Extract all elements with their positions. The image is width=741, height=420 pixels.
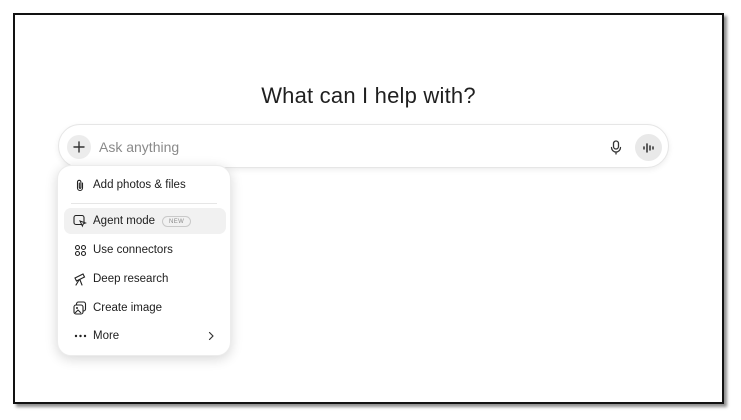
telescope-icon xyxy=(73,272,87,286)
menu-item-add-photos-files[interactable]: Add photos & files xyxy=(64,172,226,198)
connectors-icon xyxy=(73,243,87,257)
agent-cursor-icon xyxy=(73,214,87,228)
more-dots-icon xyxy=(73,329,87,343)
add-button[interactable] xyxy=(67,135,91,159)
dictate-button[interactable] xyxy=(607,138,625,156)
menu-item-use-connectors[interactable]: Use connectors xyxy=(64,237,226,263)
chevron-right-icon xyxy=(205,330,217,342)
menu-item-more[interactable]: More xyxy=(64,323,226,349)
menu-item-label: Create image xyxy=(93,302,163,314)
page-title: What can I help with? xyxy=(261,83,476,108)
voice-mode-button[interactable] xyxy=(635,134,662,161)
voice-waveform-icon xyxy=(642,142,656,154)
attachment-menu: Add photos & files Agent mode NEW Use co… xyxy=(57,165,231,356)
menu-item-label: Agent mode xyxy=(93,215,156,227)
menu-divider xyxy=(71,203,217,204)
menu-item-label: Add photos & files xyxy=(93,179,186,191)
new-badge: NEW xyxy=(162,215,192,227)
prompt-composer xyxy=(58,124,669,168)
plus-icon xyxy=(73,141,85,153)
menu-item-agent-mode[interactable]: Agent mode NEW xyxy=(64,208,226,234)
image-icon xyxy=(73,301,87,315)
menu-item-label: Deep research xyxy=(93,273,169,285)
microphone-icon xyxy=(610,139,622,155)
menu-item-deep-research[interactable]: Deep research xyxy=(64,266,226,292)
menu-item-create-image[interactable]: Create image xyxy=(64,295,226,321)
menu-item-label: Use connectors xyxy=(93,244,173,256)
menu-item-label: More xyxy=(93,330,120,342)
prompt-input[interactable] xyxy=(99,137,519,157)
paperclip-icon xyxy=(73,178,87,192)
app-window: What can I help with? Add photos & files xyxy=(13,13,724,404)
